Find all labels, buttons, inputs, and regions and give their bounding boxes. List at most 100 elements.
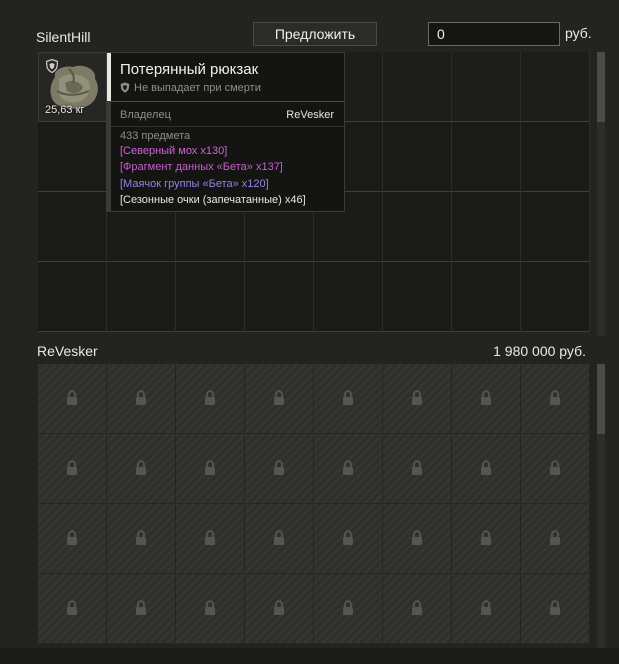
lock-icon (67, 530, 77, 545)
tooltip-note-text: Не выпадает при смерти (134, 82, 261, 94)
locked-slot (314, 504, 383, 574)
locked-slot (107, 574, 176, 644)
lock-icon (481, 460, 491, 475)
locked-slot (245, 574, 314, 644)
offer-slot[interactable] (383, 52, 452, 122)
item-weight: 25,63 кг (45, 104, 85, 116)
lock-icon (67, 390, 77, 405)
shield-icon (120, 82, 130, 93)
locked-slot (383, 434, 452, 504)
tooltip-accent-bar-lower (107, 101, 111, 212)
player-inventory-grid (38, 364, 590, 648)
lock-icon (550, 600, 560, 615)
player-grid-scrollbar[interactable] (597, 364, 605, 648)
tooltip-content-line: [Сезонные очки (запечатанные) x46] (120, 194, 306, 206)
tooltip-owner-row: Владелец ReVesker (120, 109, 334, 121)
locked-slot (176, 504, 245, 574)
offer-slot[interactable] (452, 192, 521, 262)
player-name: ReVesker (37, 343, 98, 359)
lock-icon (67, 460, 77, 475)
tooltip-content-line: [Фрагмент данных «Бета» x137] (120, 161, 283, 173)
offer-slot[interactable] (452, 122, 521, 192)
locked-slot (521, 434, 590, 504)
locked-slot (521, 504, 590, 574)
offer-slot[interactable] (383, 192, 452, 262)
locked-slot (176, 364, 245, 434)
locked-slot (452, 574, 521, 644)
lock-icon (205, 530, 215, 545)
locked-slot (107, 364, 176, 434)
offer-slot[interactable] (383, 262, 452, 332)
locked-slot (314, 364, 383, 434)
lock-icon (481, 390, 491, 405)
offer-slot[interactable] (452, 262, 521, 332)
currency-label: руб. (565, 25, 592, 41)
offer-slot[interactable] (383, 122, 452, 192)
locked-slot (452, 504, 521, 574)
lock-icon (343, 460, 353, 475)
tooltip-title: Потерянный рюкзак (120, 61, 259, 78)
offer-slot[interactable] (38, 192, 107, 262)
lock-icon (67, 600, 77, 615)
offer-slot[interactable] (521, 52, 590, 122)
lock-icon (550, 390, 560, 405)
lock-icon (205, 460, 215, 475)
lock-icon (412, 530, 422, 545)
lock-icon (412, 460, 422, 475)
locked-slot (38, 504, 107, 574)
locked-slot (521, 574, 590, 644)
scrollbar-thumb[interactable] (597, 52, 605, 122)
item-tooltip: Потерянный рюкзак Не выпадает при смерти… (106, 52, 345, 212)
lock-icon (343, 390, 353, 405)
locked-slot (383, 574, 452, 644)
offer-slot[interactable] (452, 52, 521, 122)
lock-icon (343, 600, 353, 615)
offer-button[interactable]: Предложить (253, 22, 377, 46)
trade-window: SilentHill Предложить 0 руб. 25,63 кг По… (0, 0, 619, 664)
locked-slot (245, 364, 314, 434)
lock-icon (412, 390, 422, 405)
locked-slot (176, 574, 245, 644)
lock-icon (274, 390, 284, 405)
lock-icon (136, 460, 146, 475)
offer-slot[interactable] (107, 262, 176, 332)
locked-slot (383, 364, 452, 434)
trader-name: SilentHill (36, 29, 91, 45)
locked-slot (314, 574, 383, 644)
locked-slot (452, 364, 521, 434)
tooltip-divider (111, 101, 344, 102)
lock-icon (136, 600, 146, 615)
offer-slot[interactable] (38, 262, 107, 332)
offer-slot[interactable] (176, 262, 245, 332)
scrollbar-thumb[interactable] (597, 364, 605, 434)
offer-slot[interactable] (314, 262, 383, 332)
lock-icon (550, 530, 560, 545)
locked-slot (38, 574, 107, 644)
lock-icon (550, 460, 560, 475)
lock-icon (205, 390, 215, 405)
offer-slot[interactable] (245, 262, 314, 332)
offer-slot[interactable] (38, 122, 107, 192)
tooltip-content-line: [Северный мох x130] (120, 145, 228, 157)
price-input[interactable]: 0 (428, 22, 560, 46)
tooltip-item-count: 433 предмета (120, 130, 191, 142)
player-money: 1 980 000 руб. (493, 343, 586, 359)
offer-slot[interactable] (521, 122, 590, 192)
offer-slot[interactable] (521, 192, 590, 262)
lock-icon (136, 530, 146, 545)
locked-slot (314, 434, 383, 504)
offer-slot[interactable] (521, 262, 590, 332)
tooltip-content-line: [Маячок группы «Бета» x120] (120, 178, 269, 190)
lock-icon (136, 390, 146, 405)
locked-slot (245, 504, 314, 574)
lost-backpack-item[interactable]: 25,63 кг (38, 52, 107, 122)
locked-slot (107, 504, 176, 574)
trader-grid-scrollbar[interactable] (597, 52, 605, 336)
lock-icon (274, 460, 284, 475)
lock-icon (274, 600, 284, 615)
lock-icon (481, 600, 491, 615)
locked-slot (176, 434, 245, 504)
lock-icon (274, 530, 284, 545)
shield-icon (46, 59, 58, 73)
locked-slot (38, 364, 107, 434)
